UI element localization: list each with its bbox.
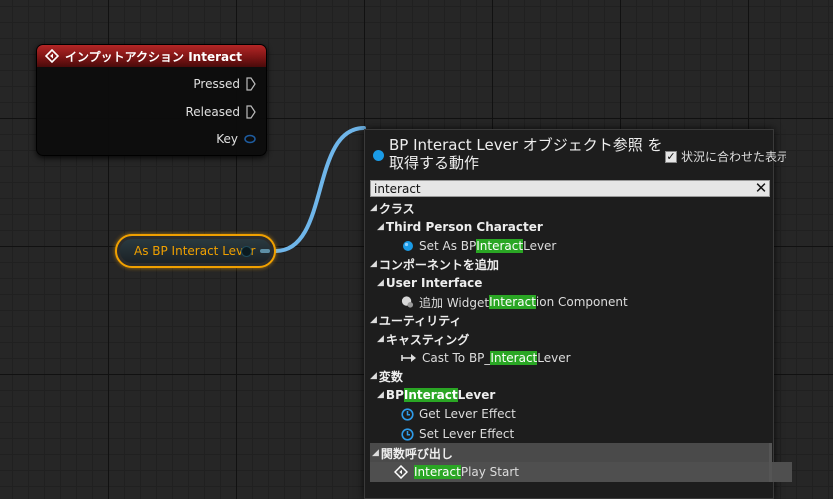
- expand-arrow-icon: ◢: [370, 371, 377, 381]
- expand-arrow-icon: ◢: [377, 222, 384, 232]
- input-action-node-header[interactable]: インプットアクション Interact: [37, 45, 266, 67]
- action-get-lever-effect[interactable]: Get Lever Effect: [365, 404, 805, 424]
- action-set-as-bp-interact-lever[interactable]: Set As BP Interact Lever: [365, 236, 805, 256]
- action-cast-to-bp-interactlever[interactable]: Cast To BP_ Interact Lever: [365, 348, 805, 368]
- expand-arrow-icon: ◢: [370, 315, 377, 325]
- category-add-component[interactable]: ◢ コンポーネントを追加: [365, 254, 774, 274]
- object-reference-icon: [401, 240, 414, 253]
- action-context-menu: BP Interact Lever オブジェクト参照 を取得する動作 ✓ 状況に…: [364, 129, 792, 499]
- menu-title-text: BP Interact Lever オブジェクト参照 を取得する動作: [389, 136, 663, 172]
- cast-arrow-icon: [401, 352, 417, 365]
- input-action-node[interactable]: インプットアクション Interact Pressed Released Key: [36, 44, 267, 156]
- variable-getter-label: As BP Interact Lever: [134, 244, 256, 258]
- category-casting[interactable]: ◢ キャスティング: [365, 329, 781, 349]
- expand-arrow-icon: ◢: [372, 448, 379, 458]
- expand-arrow-icon: ◢: [370, 203, 377, 213]
- object-reference-icon: [373, 150, 384, 161]
- variable-getter-node[interactable]: As BP Interact Lever: [115, 234, 276, 268]
- output-pin-stub: [260, 249, 270, 253]
- category-variables[interactable]: ◢ 変数: [365, 366, 774, 386]
- pressed-pin-row[interactable]: Pressed: [193, 77, 256, 91]
- pressed-pin-label: Pressed: [193, 77, 240, 91]
- context-sensitive-toggle[interactable]: ✓ 状況に合わせた表示: [665, 148, 786, 165]
- context-sensitive-checkbox[interactable]: ✓: [665, 150, 677, 163]
- event-diamond-icon: [45, 49, 59, 63]
- expand-arrow-icon: ◢: [377, 278, 384, 288]
- released-pin-label: Released: [185, 105, 240, 119]
- category-bp-interact-lever[interactable]: ◢ BP Interact Lever: [365, 385, 781, 405]
- exec-pin-icon[interactable]: [246, 105, 256, 119]
- key-pin-row[interactable]: Key: [216, 132, 256, 146]
- struct-pin-icon[interactable]: [244, 134, 256, 144]
- menu-scrollbar[interactable]: [769, 443, 772, 463]
- context-sensitive-label: 状況に合わせた表示: [681, 150, 786, 164]
- function-icon: [393, 465, 409, 479]
- exec-pin-icon[interactable]: [246, 77, 256, 91]
- expand-arrow-icon: ◢: [370, 259, 377, 269]
- category-utility[interactable]: ◢ ユーティリティ: [365, 310, 774, 330]
- category-third-person-character[interactable]: ◢ Third Person Character: [365, 217, 781, 237]
- menu-scrollbar-track[interactable]: [769, 462, 772, 482]
- action-set-lever-effect[interactable]: Set Lever Effect: [365, 424, 805, 444]
- action-add-widget-interaction-component[interactable]: 追加 Widget Interact ion Component: [365, 292, 805, 312]
- expand-arrow-icon: ◢: [377, 334, 384, 344]
- search-box[interactable]: interact ✕: [370, 180, 770, 197]
- category-function-call[interactable]: ◢ 関数呼び出し: [370, 443, 771, 463]
- expand-arrow-icon: ◢: [377, 390, 384, 400]
- input-action-title: インプットアクション Interact: [65, 49, 242, 64]
- object-pin-icon[interactable]: [241, 246, 252, 257]
- menu-title: BP Interact Lever オブジェクト参照 を取得する動作: [373, 136, 674, 172]
- clock-icon: [401, 427, 414, 441]
- action-interact-play-start[interactable]: Interact Play Start: [370, 462, 792, 482]
- component-icon: [401, 296, 414, 309]
- key-pin-label: Key: [216, 132, 238, 146]
- search-input[interactable]: interact: [374, 182, 753, 196]
- released-pin-row[interactable]: Released: [185, 105, 256, 119]
- category-class[interactable]: ◢ クラス: [365, 198, 774, 218]
- clear-search-icon[interactable]: ✕: [753, 181, 769, 196]
- category-user-interface[interactable]: ◢ User Interface: [365, 273, 781, 293]
- clock-icon: [401, 407, 414, 421]
